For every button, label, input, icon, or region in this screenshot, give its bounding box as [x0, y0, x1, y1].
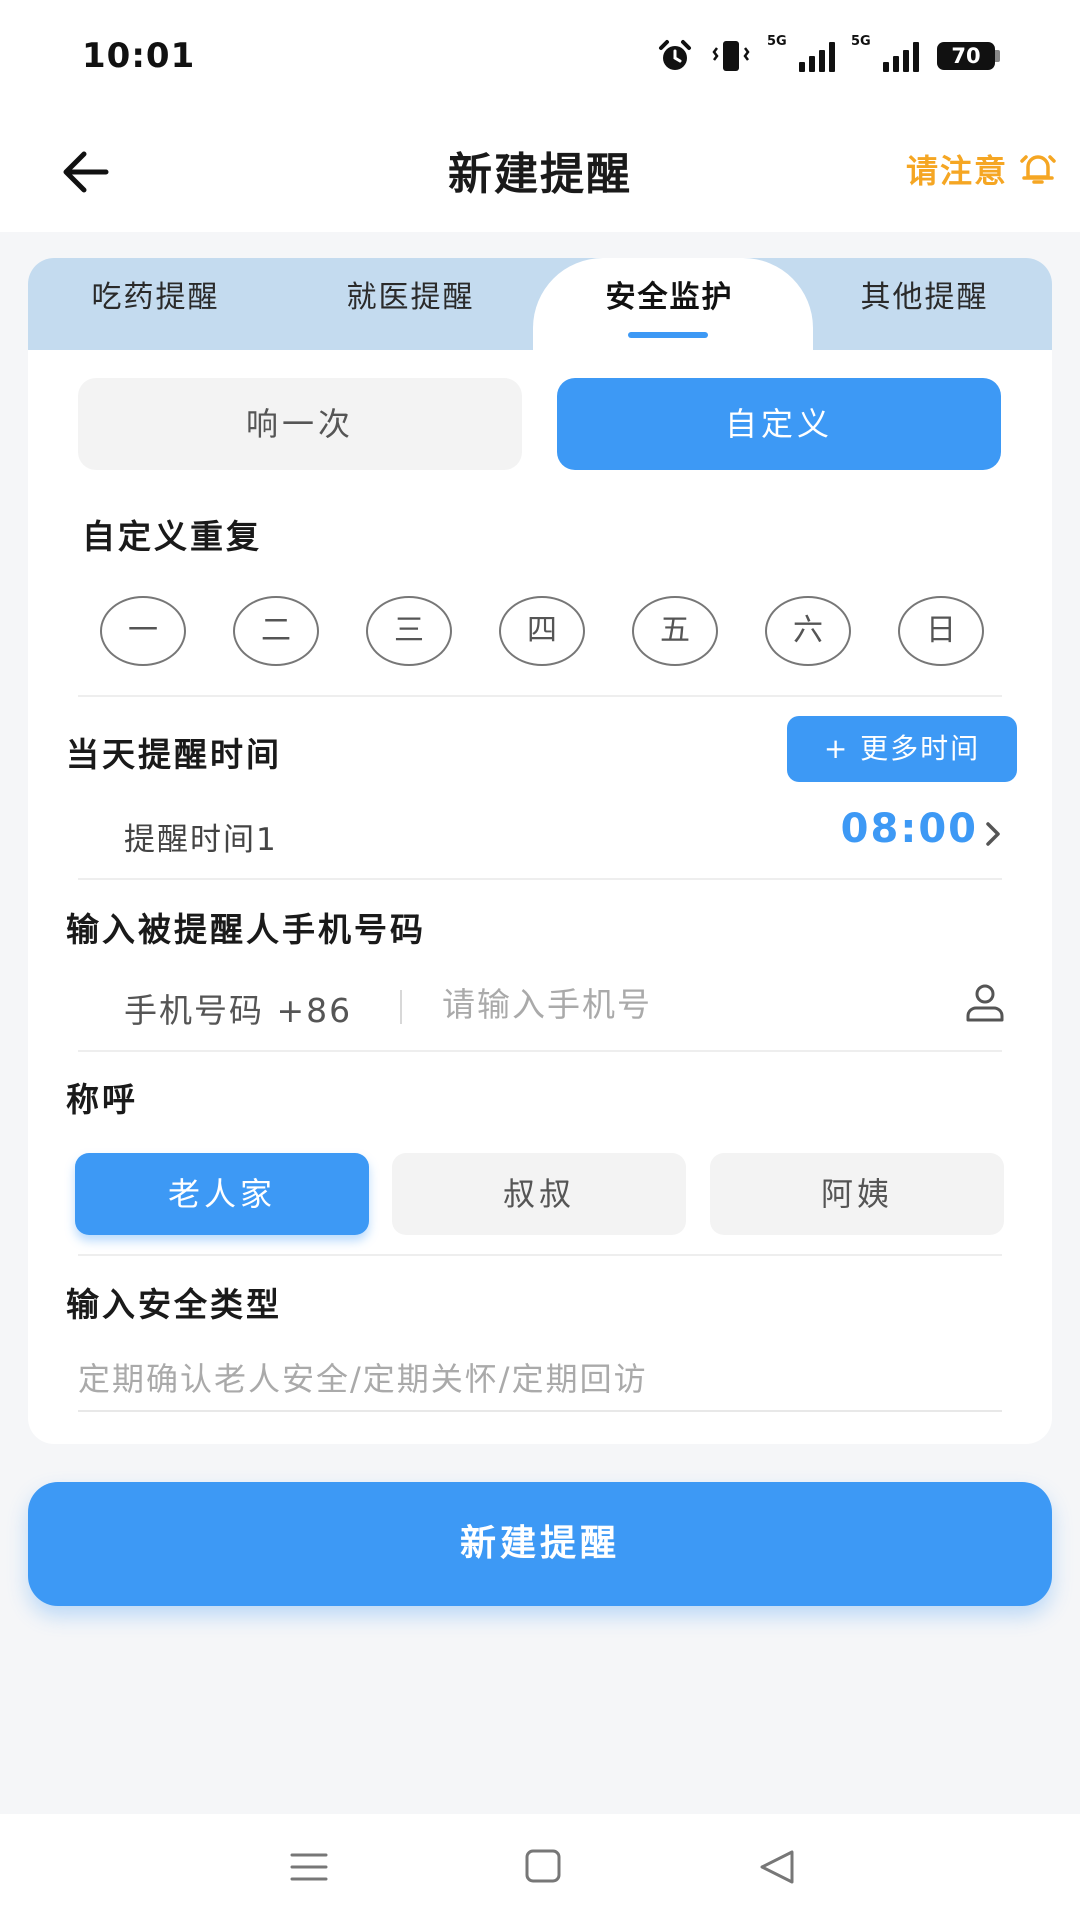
status-icons: 5G 5G 70	[657, 34, 1000, 74]
back-triangle-icon[interactable]	[752, 1846, 802, 1888]
battery-level: 70	[937, 42, 995, 70]
reminder-time-title: 当天提醒时间	[66, 735, 282, 774]
signal-5g-icon: 5G	[767, 34, 835, 72]
status-bar: 10:01 5G 5G 70	[0, 0, 1080, 110]
custom-repeat-title: 自定义重复	[82, 517, 262, 556]
day-tuesday[interactable]: 二	[233, 596, 319, 666]
tab-medication[interactable]: 吃药提醒	[28, 258, 283, 350]
more-time-button[interactable]: + 更多时间	[787, 716, 1017, 782]
repeat-once-button[interactable]: 响一次	[78, 378, 522, 470]
chevron-right-icon[interactable]	[982, 814, 1006, 854]
system-navbar	[0, 1814, 1080, 1920]
status-time: 10:01	[82, 36, 196, 76]
notice-label: 请注意	[905, 152, 1008, 190]
day-wednesday[interactable]: 三	[366, 596, 452, 666]
signal-5g-icon: 5G	[851, 34, 919, 72]
page-header: 新建提醒 请注意	[0, 110, 1080, 232]
create-reminder-button[interactable]: 新建提醒	[28, 1482, 1052, 1606]
menu-icon[interactable]	[284, 1846, 334, 1888]
weekday-selector: 一 二 三 四 五 六 日	[100, 596, 984, 666]
bell-icon	[1020, 155, 1056, 184]
notice-button[interactable]: 请注意	[906, 146, 1058, 192]
salutation-elder[interactable]: 老人家	[75, 1153, 369, 1235]
vibrate-icon	[712, 41, 750, 71]
day-friday[interactable]: 五	[632, 596, 718, 666]
reminder-time-value[interactable]: 08:00	[841, 806, 978, 852]
category-tabs: 吃药提醒 就医提醒 安全监护 其他提醒	[28, 258, 1052, 350]
phone-input[interactable]	[442, 976, 962, 1032]
home-square-icon[interactable]	[518, 1846, 568, 1888]
day-thursday[interactable]: 四	[499, 596, 585, 666]
battery-icon: 70	[937, 42, 1000, 70]
contact-person-icon[interactable]	[962, 980, 1008, 1026]
tab-medical-visit[interactable]: 就医提醒	[283, 258, 538, 350]
salutation-uncle[interactable]: 叔叔	[392, 1153, 686, 1235]
divider	[78, 1050, 1002, 1052]
alarm-icon	[659, 40, 691, 70]
salutation-aunt[interactable]: 阿姨	[710, 1153, 1004, 1235]
day-saturday[interactable]: 六	[765, 596, 851, 666]
salutation-title: 称呼	[66, 1080, 138, 1119]
divider	[78, 1254, 1002, 1256]
safety-type-input[interactable]	[78, 1348, 1002, 1412]
reminder-time-label: 提醒时间1	[124, 822, 278, 858]
active-tab-indicator	[628, 332, 708, 338]
phone-prefix: 手机号码 +86	[124, 991, 353, 1030]
divider	[78, 878, 1002, 880]
phone-title: 输入被提醒人手机号码	[66, 910, 426, 949]
day-monday[interactable]: 一	[100, 596, 186, 666]
divider	[78, 695, 1002, 697]
safety-type-title: 输入安全类型	[66, 1285, 282, 1324]
reminder-form-card: 吃药提醒 就医提醒 安全监护 其他提醒 响一次 自定义 自定义重复 一 二 三 …	[28, 258, 1052, 1444]
repeat-custom-button[interactable]: 自定义	[557, 378, 1001, 470]
day-sunday[interactable]: 日	[898, 596, 984, 666]
tab-other[interactable]: 其他提醒	[797, 258, 1052, 350]
